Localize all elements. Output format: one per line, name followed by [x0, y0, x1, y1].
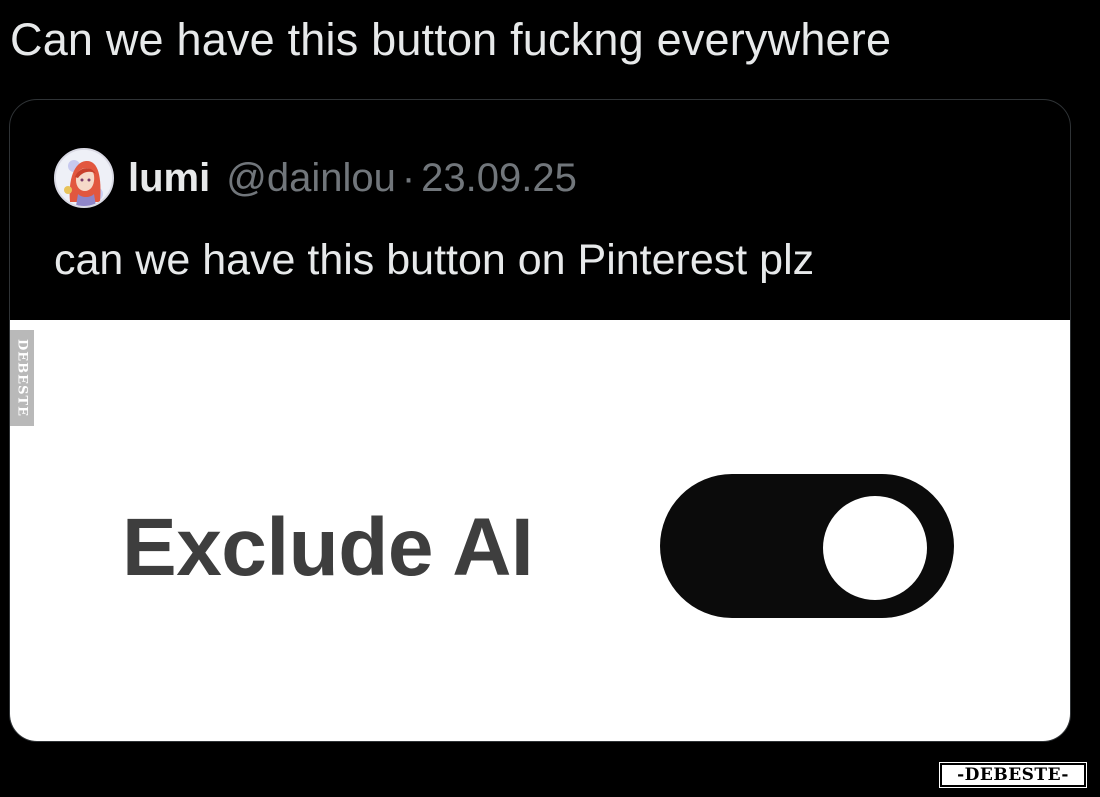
toggle-knob [823, 496, 927, 600]
separator-dot: · [401, 155, 416, 200]
corner-watermark-text: -DEBESTE- [957, 765, 1069, 785]
exclude-ai-toggle[interactable] [660, 474, 954, 618]
author-handle[interactable]: @dainlou [226, 156, 396, 201]
side-watermark-text: DEBESTE [14, 338, 30, 418]
anime-avatar-icon [56, 150, 112, 206]
tweet-screenshot: Can we have this button fuckng everywher… [0, 0, 1100, 797]
quoted-post-header: lumi @dainlou · 23.09.25 [54, 148, 577, 208]
post-date[interactable]: 23.09.25 [421, 156, 577, 201]
attached-image[interactable]: DEBESTE Exclude AI [10, 320, 1070, 741]
quoted-post-card[interactable]: lumi @dainlou · 23.09.25 can we have thi… [9, 99, 1071, 742]
author-avatar[interactable] [54, 148, 114, 208]
side-watermark: DEBESTE [10, 330, 34, 426]
post-text: Can we have this button fuckng everywher… [10, 14, 892, 65]
corner-watermark: -DEBESTE- [939, 762, 1087, 788]
exclude-ai-label: Exclude AI [122, 502, 534, 593]
quoted-post-text: can we have this button on Pinterest plz [54, 236, 815, 284]
author-name[interactable]: lumi [128, 156, 210, 201]
